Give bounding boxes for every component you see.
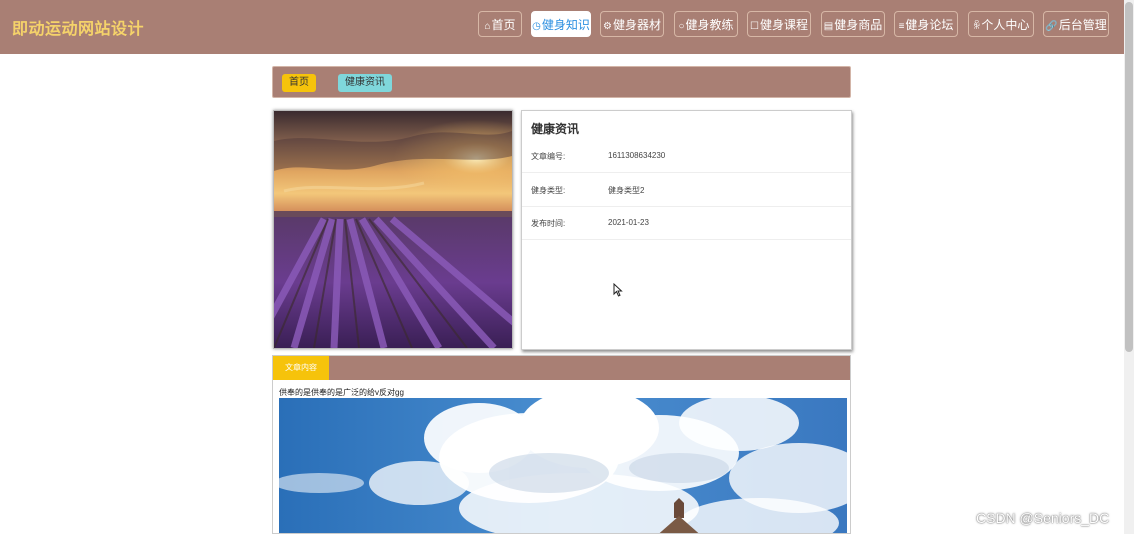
tab-article-content[interactable]: 文章内容	[273, 356, 329, 380]
nav-home-button[interactable]: ⌂首页	[478, 11, 522, 37]
breadcrumb: 首页 健康资讯	[272, 66, 851, 98]
compass-icon: ◷	[532, 21, 541, 32]
nav-label: 健身商品	[834, 18, 883, 32]
info-label: 发布时间:	[531, 219, 566, 228]
nav-label: 后台管理	[1058, 18, 1107, 32]
circle-icon: ○	[678, 21, 685, 32]
gear-icon: ⚙	[603, 21, 612, 32]
breadcrumb-home[interactable]: 首页	[282, 74, 316, 92]
user-icon: ꆜ	[972, 21, 981, 32]
cloud-sky-photo	[279, 398, 847, 533]
page-scrollbar[interactable]	[1124, 0, 1134, 534]
article-cover-image	[273, 110, 513, 349]
nav-label: 首页	[491, 18, 516, 32]
article-body-image	[279, 398, 847, 533]
nav-course-button[interactable]: ☐健身课程	[747, 11, 811, 37]
square-icon: ☐	[750, 21, 759, 32]
article-content-section: 文章内容 供奉的是供奉的是广泛的给v反对gg	[272, 355, 851, 534]
list-icon: ≡	[898, 21, 905, 32]
nav-label: 健身器材	[612, 18, 661, 32]
nav-admin-button[interactable]: 🔗后台管理	[1043, 11, 1109, 37]
home-icon: ⌂	[484, 21, 491, 32]
info-title: 健康资讯	[531, 122, 580, 136]
nav-label: 健身课程	[759, 18, 808, 32]
info-row-publish-date: 发布时间: 2021-01-23	[522, 206, 851, 240]
article-body-text: 供奉的是供奉的是广泛的给v反对gg	[279, 388, 404, 397]
info-row-article-id: 文章编号: 1611308634230	[522, 139, 851, 173]
nav-forum-button[interactable]: ≡健身论坛	[894, 11, 958, 37]
info-row-fitness-type: 健身类型: 健身类型2	[522, 173, 851, 207]
content-tab-bar: 文章内容	[273, 356, 850, 380]
mouse-cursor-icon	[613, 283, 623, 297]
site-title[interactable]: 即动运动网站设计	[12, 15, 144, 39]
nav-label: 健身知识	[541, 18, 590, 32]
csdn-watermark: CSDN @Seniors_DC	[976, 510, 1110, 526]
nav-goods-button[interactable]: ▤健身商品	[821, 11, 885, 37]
grid-icon: ▤	[823, 21, 834, 32]
nav-label: 个人中心	[981, 18, 1030, 32]
nav-equipment-button[interactable]: ⚙健身器材	[600, 11, 664, 37]
breadcrumb-current[interactable]: 健康资讯	[338, 74, 392, 92]
nav-coach-button[interactable]: ○健身教练	[674, 11, 738, 37]
info-label: 文章编号:	[531, 152, 566, 161]
info-value: 健身类型2	[608, 186, 645, 195]
info-value: 1611308634230	[608, 151, 666, 160]
nav-label: 健身论坛	[905, 18, 954, 32]
nav-fitness-knowledge-button[interactable]: ◷健身知识	[531, 11, 591, 37]
lavender-field-photo	[274, 111, 512, 348]
nav-label: 健身教练	[685, 18, 734, 32]
nav-profile-button[interactable]: ꆜ个人中心	[968, 11, 1034, 37]
info-label: 健身类型:	[531, 186, 566, 195]
info-value: 2021-01-23	[608, 218, 649, 227]
header-bar: 即动运动网站设计 ⌂首页 ◷健身知识 ⚙健身器材 ○健身教练 ☐健身课程 ▤健身…	[0, 0, 1124, 54]
article-info-panel: 健康资讯 文章编号: 1611308634230 健身类型: 健身类型2 发布时…	[521, 110, 852, 350]
scrollbar-thumb[interactable]	[1125, 2, 1133, 352]
link-icon: 🔗	[1045, 21, 1058, 32]
